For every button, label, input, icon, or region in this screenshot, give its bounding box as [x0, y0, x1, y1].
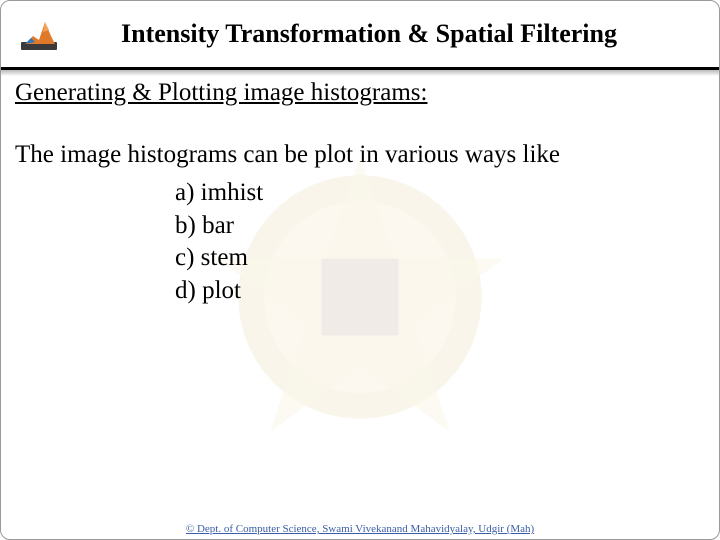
list-item: b) bar — [175, 210, 705, 243]
slide-header: Intensity Transformation & Spatial Filte… — [1, 1, 719, 67]
list-item: d) plot — [175, 275, 705, 308]
options-list: a) imhist b) bar c) stem d) plot — [15, 177, 705, 307]
list-item: c) stem — [175, 242, 705, 275]
slide: Intensity Transformation & Spatial Filte… — [0, 0, 720, 540]
matlab-logo-icon — [19, 14, 59, 54]
body-paragraph: The image histograms can be plot in vari… — [15, 139, 705, 171]
section-subtitle: Generating & Plotting image histograms: — [15, 79, 705, 107]
footer-credit: © Dept. of Computer Science, Swami Vivek… — [1, 523, 719, 535]
slide-title: Intensity Transformation & Spatial Filte… — [59, 19, 719, 49]
slide-body: Generating & Plotting image histograms: … — [1, 67, 719, 307]
list-item: a) imhist — [175, 177, 705, 210]
